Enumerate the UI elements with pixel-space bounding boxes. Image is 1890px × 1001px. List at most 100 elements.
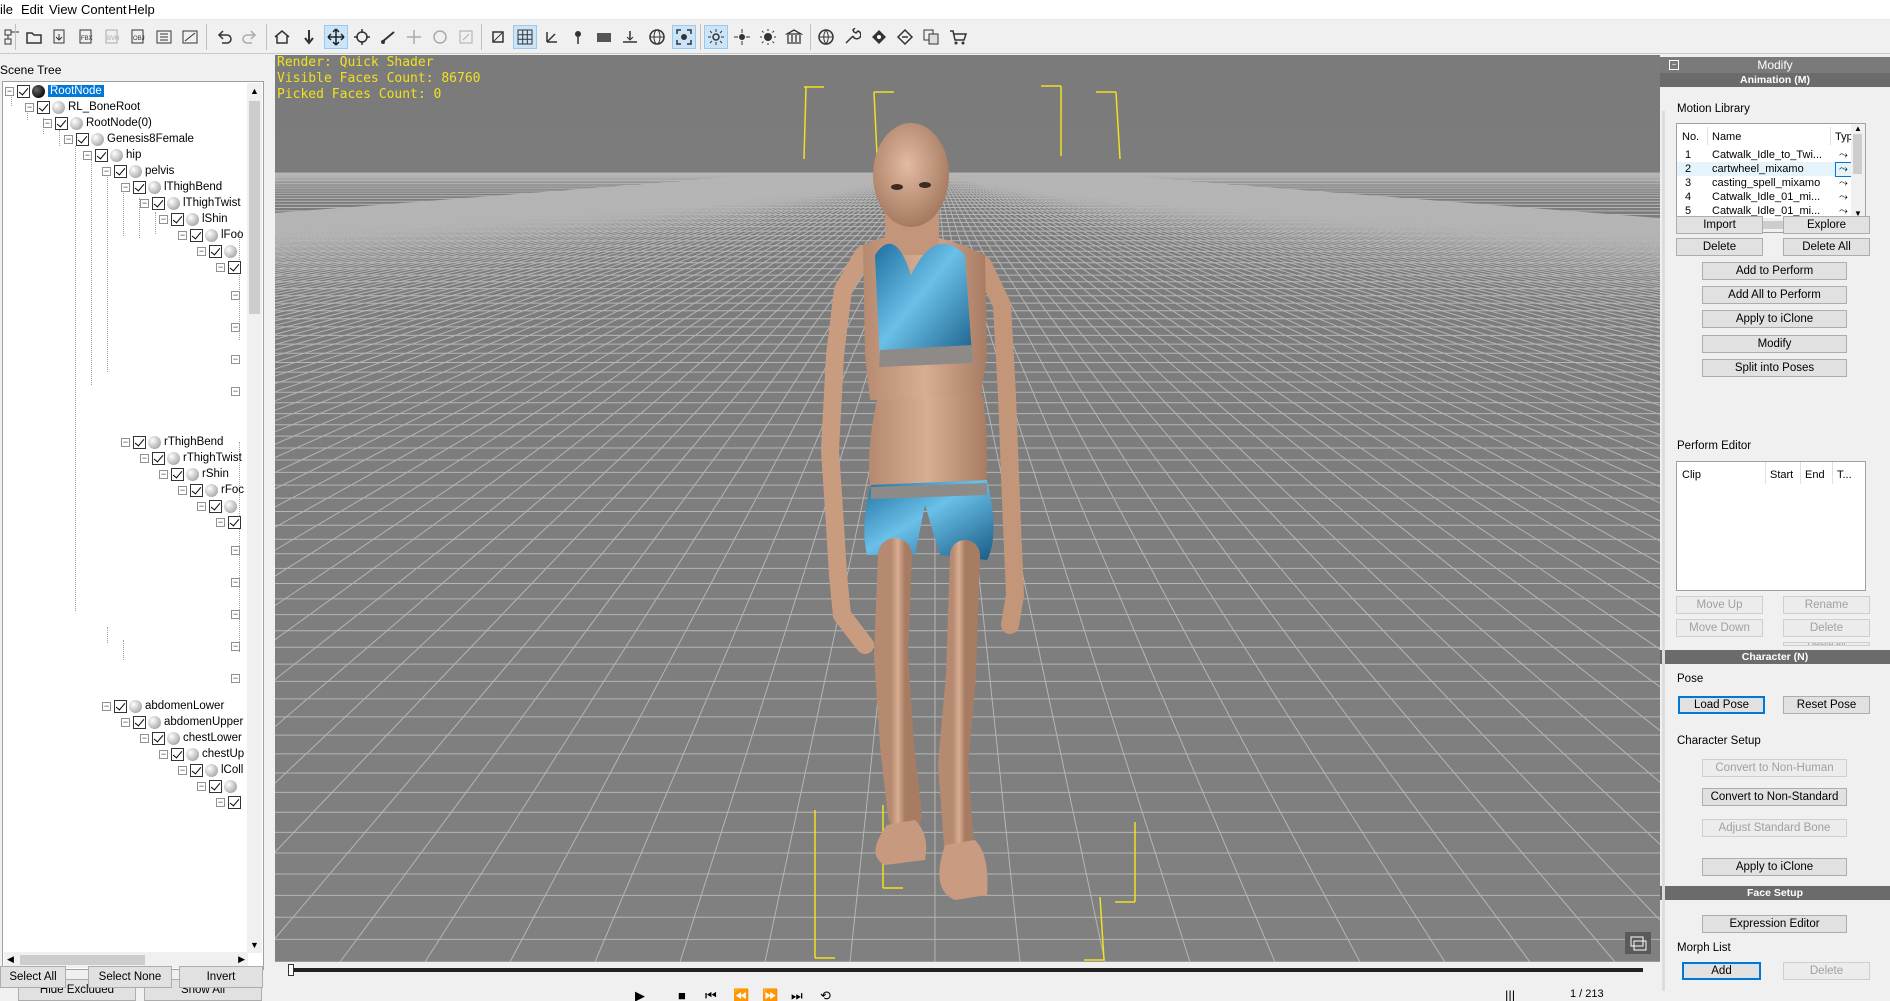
- play-icon[interactable]: ▶: [635, 988, 645, 1001]
- reset-pose-button[interactable]: Reset Pose: [1783, 696, 1870, 714]
- explore-button[interactable]: Explore: [1783, 216, 1870, 234]
- open-folder-icon[interactable]: [22, 25, 46, 49]
- prev-frame-icon[interactable]: ⏪: [733, 988, 749, 1001]
- obj-import-icon[interactable]: OBJ: [126, 25, 150, 49]
- home-icon[interactable]: [270, 25, 294, 49]
- select-none-button[interactable]: Select None: [88, 966, 172, 988]
- delete-motion-button[interactable]: Delete: [1676, 238, 1763, 256]
- tree-node-pelvis[interactable]: − pelvis: [102, 163, 174, 179]
- move-dim-icon[interactable]: [402, 25, 426, 49]
- scale-dim-icon[interactable]: [454, 25, 478, 49]
- select-all-button[interactable]: Select All: [0, 966, 66, 988]
- light-icon[interactable]: [704, 25, 728, 49]
- hierarchy-icon[interactable]: [0, 25, 24, 49]
- tree-node-rshin[interactable]: − rShin: [159, 466, 229, 482]
- next-frame-icon[interactable]: ⏩: [762, 988, 778, 1001]
- split-into-poses-button[interactable]: Split into Poses: [1702, 359, 1847, 377]
- first-frame-icon[interactable]: ⏮: [705, 988, 717, 1001]
- scroll-thumb[interactable]: [249, 101, 260, 314]
- grid-toggle-icon[interactable]: [513, 25, 537, 49]
- tree-node-rootnode0[interactable]: − RootNode(0): [43, 115, 152, 131]
- apply-to-iclone-character-button[interactable]: Apply to iClone: [1702, 858, 1847, 876]
- character-section-header[interactable]: Character (N): [1660, 650, 1890, 664]
- menu-file[interactable]: ile: [0, 2, 13, 17]
- loop-icon[interactable]: ⟲: [820, 988, 831, 1001]
- morph-delete-button[interactable]: Delete: [1783, 962, 1870, 980]
- tree-node-lshin[interactable]: − lShin: [159, 211, 228, 227]
- tree-node-lthighbend[interactable]: − lThighBend: [121, 179, 222, 195]
- rotate-dim-icon[interactable]: [428, 25, 452, 49]
- bvh-import-icon[interactable]: BVH: [100, 25, 124, 49]
- globe-icon[interactable]: [645, 25, 669, 49]
- redo-icon[interactable]: [238, 25, 262, 49]
- add-to-perform-button[interactable]: Add to Perform: [1702, 262, 1847, 280]
- animation-section-header[interactable]: Animation (M): [1660, 73, 1890, 87]
- tree-node-lfoot[interactable]: − lFoo: [178, 227, 243, 243]
- motion-library-scrollbar[interactable]: ▲ ▼: [1851, 124, 1865, 218]
- fps-icon[interactable]: |||: [1505, 988, 1515, 1001]
- scroll-right-icon[interactable]: ▶: [238, 954, 245, 965]
- move-up-button[interactable]: Move Up: [1676, 596, 1763, 614]
- delete-all-motion-button[interactable]: Delete All: [1783, 238, 1870, 256]
- tree-node-rthightwist[interactable]: − rThighTwist: [140, 450, 242, 466]
- stage-icon[interactable]: [782, 25, 806, 49]
- tree-node-rootnode[interactable]: − RootNode: [5, 83, 104, 99]
- tree-node-child[interactable]: −: [197, 243, 240, 259]
- delete-all-clips-button[interactable]: Delete All: [1783, 642, 1870, 646]
- tree-node-child[interactable]: −: [197, 778, 240, 794]
- expression-editor-button[interactable]: Expression Editor: [1702, 915, 1847, 933]
- rotate-icon[interactable]: [350, 25, 374, 49]
- motion-row-name[interactable]: casting_spell_mixamo: [1712, 177, 1830, 189]
- scroll-up-icon[interactable]: ▲: [250, 86, 259, 96]
- scene-tree[interactable]: − RootNode − RL_BoneRoot − RootNode(0) − Gen…: [2, 81, 264, 970]
- tree-node-chestlower[interactable]: − chestLower: [140, 730, 242, 746]
- stop-icon[interactable]: ■: [678, 988, 686, 1001]
- surface-icon[interactable]: [592, 25, 616, 49]
- tree-node-collapsed[interactable]: −: [231, 351, 243, 367]
- perform-editor-table[interactable]: Clip Start End T...: [1676, 461, 1866, 591]
- adjust-standard-bone-button[interactable]: Adjust Standard Bone: [1702, 819, 1847, 837]
- export-selected-icon[interactable]: [178, 25, 202, 49]
- scroll-thumb[interactable]: [20, 955, 145, 965]
- iclone-link-icon[interactable]: [893, 25, 917, 49]
- tree-node-lthightwist[interactable]: − lThighTwist: [140, 195, 241, 211]
- tree-node-boneroot[interactable]: − RL_BoneRoot: [25, 99, 140, 115]
- sun-icon[interactable]: [756, 25, 780, 49]
- wireframe-toggle-icon[interactable]: [486, 25, 510, 49]
- tree-node-rthighbend[interactable]: − rThighBend: [121, 434, 223, 450]
- convert-non-standard-button[interactable]: Convert to Non-Standard: [1702, 788, 1847, 806]
- import-icon[interactable]: [48, 25, 72, 49]
- tree-node-child[interactable]: −: [216, 794, 243, 810]
- tree-node-collapsed[interactable]: −: [231, 670, 243, 686]
- motion-row-name[interactable]: Catwalk_Idle_to_Twi...: [1712, 149, 1830, 161]
- tree-node-collapsed[interactable]: −: [231, 383, 243, 399]
- import-button[interactable]: Import: [1676, 216, 1763, 234]
- scroll-left-icon[interactable]: ◀: [7, 954, 14, 965]
- fbx-import-icon[interactable]: FBX: [74, 25, 98, 49]
- viewport-layout-button[interactable]: [1625, 932, 1651, 954]
- tree-node-rfoot[interactable]: − rFoc: [178, 482, 244, 498]
- wrench-icon[interactable]: [840, 25, 864, 49]
- rename-button[interactable]: Rename: [1783, 596, 1870, 614]
- modify-motion-button[interactable]: Modify: [1702, 335, 1847, 353]
- menu-view[interactable]: View: [49, 2, 77, 17]
- tree-node-child[interactable]: −: [216, 514, 243, 530]
- tree-node-child[interactable]: −: [216, 259, 243, 275]
- tree-node-hip[interactable]: − hip: [83, 147, 141, 163]
- move-icon[interactable]: [324, 25, 348, 49]
- load-pose-button[interactable]: Load Pose: [1678, 696, 1765, 714]
- tree-node-collapsed[interactable]: −: [231, 319, 243, 335]
- motion-row-name[interactable]: Catwalk_Idle_01_mi...: [1712, 191, 1830, 203]
- tree-node-chestupper[interactable]: − chestUp: [159, 746, 244, 762]
- face-setup-section-header[interactable]: Face Setup: [1660, 886, 1890, 900]
- menu-help[interactable]: Help: [128, 2, 155, 17]
- tree-node-collapsed[interactable]: −: [231, 287, 243, 303]
- move-down-button[interactable]: Move Down: [1676, 619, 1763, 637]
- invert-button[interactable]: Invert: [179, 966, 263, 988]
- axis-icon[interactable]: [540, 25, 564, 49]
- timeline-scrubber[interactable]: [288, 964, 294, 976]
- bone-tool-icon[interactable]: [376, 25, 400, 49]
- menu-content[interactable]: Content: [81, 2, 127, 17]
- select-arrow-icon[interactable]: [297, 25, 321, 49]
- ground-icon[interactable]: [618, 25, 642, 49]
